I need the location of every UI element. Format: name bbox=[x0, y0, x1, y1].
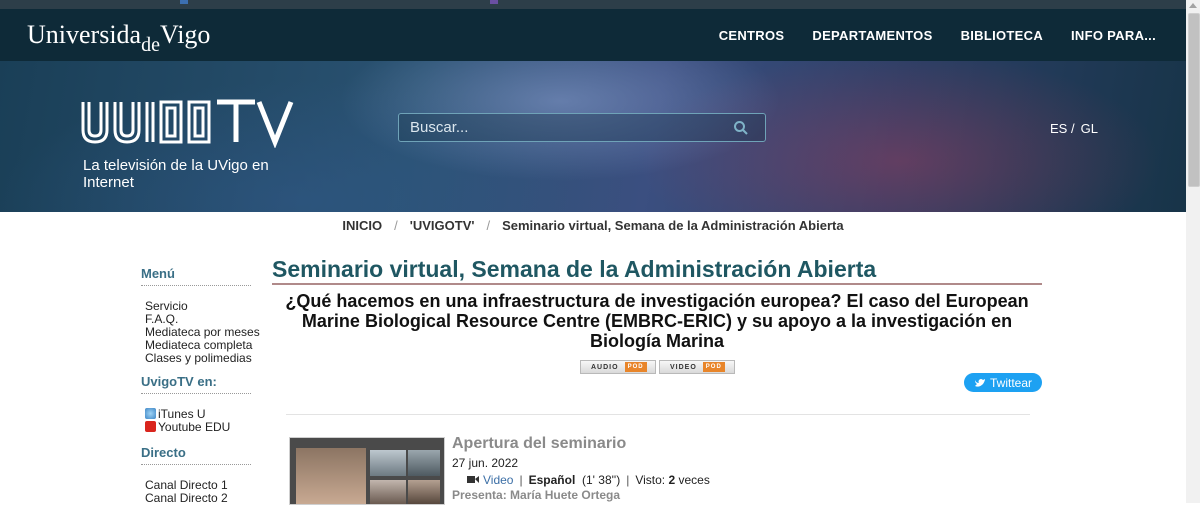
lang-es-link[interactable]: ES / bbox=[1050, 121, 1075, 136]
nav-departamentos[interactable]: DEPARTAMENTOS bbox=[812, 28, 932, 43]
search-input[interactable] bbox=[399, 114, 730, 141]
views-unit: veces bbox=[678, 473, 710, 487]
divider bbox=[141, 285, 251, 286]
video-presenter: Presenta: María Huete Ortega bbox=[452, 488, 621, 502]
participant-frame bbox=[408, 480, 440, 504]
breadcrumb-separator: / bbox=[394, 218, 398, 233]
video-pod-button[interactable]: VIDEO POD bbox=[659, 360, 735, 374]
pod-badge: POD bbox=[702, 362, 725, 372]
directo-list: Canal Directo 1 Canal Directo 2 bbox=[141, 479, 271, 505]
video-type-link[interactable]: Video bbox=[483, 473, 513, 487]
video-date: 27 jun. 2022 bbox=[452, 456, 519, 470]
video-language: Español bbox=[528, 473, 576, 487]
itunes-label: iTunes U bbox=[158, 407, 206, 421]
tab-marker bbox=[180, 0, 188, 4]
breadcrumb: INICIO / 'UVIGOTV' / Seminario virtual, Sema… bbox=[0, 218, 1186, 233]
breadcrumb-uvigotv[interactable]: 'UVIGOTV' bbox=[410, 218, 475, 233]
participant-frame bbox=[408, 450, 440, 476]
uvigotv-en-list: iTunes U Youtube EDU bbox=[141, 408, 271, 434]
directo-heading: Directo bbox=[141, 445, 186, 460]
search-icon[interactable] bbox=[733, 120, 749, 136]
youtube-link[interactable]: Youtube EDU bbox=[145, 421, 271, 434]
main-nav: CENTROS DEPARTAMENTOS BIBLIOTECA INFO PA… bbox=[691, 9, 1156, 61]
uvigotv-logo[interactable] bbox=[79, 96, 315, 148]
video-thumbnail[interactable] bbox=[289, 437, 445, 505]
logo-main-text: Universida bbox=[27, 20, 142, 49]
logo-de-text: de bbox=[141, 34, 160, 56]
divider bbox=[141, 393, 251, 394]
lang-gl-link[interactable]: GL bbox=[1081, 121, 1098, 136]
video-pod-label: VIDEO bbox=[670, 363, 697, 371]
logo-end-text: Vigo bbox=[159, 20, 211, 49]
video-camera-icon bbox=[467, 476, 479, 483]
universidade-vigo-logo[interactable]: UniversidadeVigo bbox=[27, 20, 211, 56]
menu-item-clases-polimedias[interactable]: Clases y polimedias bbox=[145, 352, 271, 365]
itunes-icon bbox=[145, 408, 156, 419]
nav-centros[interactable]: CENTROS bbox=[719, 28, 785, 43]
views-label: Visto: bbox=[635, 473, 666, 487]
audio-pod-label: AUDIO bbox=[591, 363, 619, 371]
twitter-bird-icon bbox=[974, 378, 985, 387]
page-title: Seminario virtual, Semana de la Administ… bbox=[272, 256, 1042, 285]
tweet-button[interactable]: Twittear bbox=[964, 373, 1042, 392]
breadcrumb-separator: / bbox=[486, 218, 491, 233]
menu-heading: Menú bbox=[141, 266, 175, 281]
tab-marker bbox=[490, 0, 498, 4]
browser-top-strip bbox=[0, 0, 1186, 9]
video-duration: (1' 38'') bbox=[581, 473, 621, 487]
participant-frame bbox=[296, 448, 366, 504]
breadcrumb-current: Seminario virtual, Semana de la Administ… bbox=[502, 218, 844, 233]
top-navbar: UniversidadeVigo CENTROS DEPARTAMENTOS B… bbox=[0, 9, 1186, 61]
language-switcher: ES / GL bbox=[1050, 121, 1104, 136]
pod-badge: POD bbox=[624, 362, 647, 372]
menu-list: Servicio F.A.Q. Mediateca por meses Medi… bbox=[141, 300, 271, 365]
scrollbar-thumb[interactable] bbox=[1188, 13, 1200, 187]
sidebar: Menú Servicio F.A.Q. Mediateca por meses… bbox=[141, 266, 271, 505]
scroll-up-arrow-icon[interactable] bbox=[1189, 3, 1197, 8]
uvigotv-en-heading: UvigoTV en: bbox=[141, 374, 217, 389]
youtube-icon bbox=[145, 421, 156, 432]
nav-info-para[interactable]: INFO PARA... bbox=[1071, 28, 1156, 43]
series-subtitle: ¿Qué hacemos en una infraestructura de i… bbox=[285, 291, 1029, 351]
divider bbox=[141, 464, 251, 465]
participant-frame bbox=[370, 480, 406, 504]
participant-frame bbox=[370, 450, 406, 476]
divider bbox=[286, 414, 1030, 415]
views-count: 2 bbox=[668, 473, 676, 487]
video-title[interactable]: Apertura del seminario bbox=[452, 435, 626, 453]
search-box bbox=[398, 113, 766, 142]
site-tagline: La televisión de la UVigo en Internet bbox=[83, 157, 269, 191]
video-meta: Video | Español (1' 38'') | Visto: 2 veces bbox=[467, 473, 710, 487]
tweet-label: Twittear bbox=[989, 375, 1032, 390]
breadcrumb-inicio[interactable]: INICIO bbox=[342, 218, 382, 233]
audio-pod-button[interactable]: AUDIO POD bbox=[580, 360, 656, 374]
nav-biblioteca[interactable]: BIBLIOTECA bbox=[961, 28, 1043, 43]
page-scrollbar[interactable] bbox=[1186, 0, 1200, 503]
youtube-label: Youtube EDU bbox=[158, 420, 231, 434]
canal-directo-2-link[interactable]: Canal Directo 2 bbox=[145, 492, 271, 505]
